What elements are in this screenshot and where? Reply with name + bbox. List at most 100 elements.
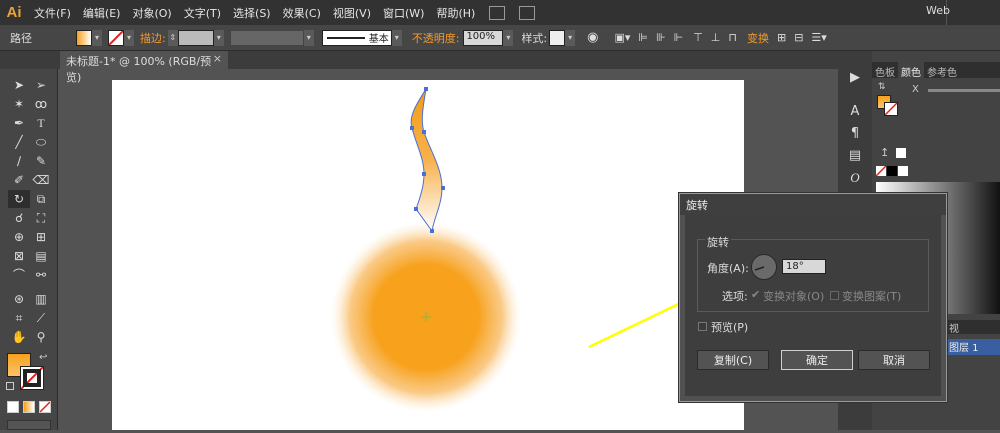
menu-window[interactable]: 窗口(W) — [377, 5, 430, 21]
tabs-icon[interactable]: ▤ — [846, 148, 864, 166]
default-colors-icon[interactable] — [6, 382, 14, 390]
line-icon[interactable]: ╱ — [8, 133, 30, 151]
document-tab[interactable]: 未标题-1* @ 100% (RGB/预览) × — [60, 51, 228, 84]
character-icon[interactable]: A — [846, 104, 864, 122]
align-bottom-icon[interactable]: ⊓ — [728, 31, 737, 44]
rotate-icon[interactable]: ↻ — [8, 190, 30, 208]
brush-definition-field[interactable]: 基本 — [321, 29, 392, 46]
menu-help[interactable]: 帮助(H) — [430, 5, 481, 21]
align-center-icon[interactable]: ⊪ — [656, 31, 666, 44]
ok-button[interactable]: 确定 — [781, 350, 853, 370]
warp-icon[interactable]: ☌ — [8, 209, 30, 227]
transform-link[interactable]: 变换 — [747, 30, 769, 46]
play-action-icon[interactable]: ▶ — [846, 70, 864, 88]
hand-icon[interactable]: ✋ — [8, 328, 30, 346]
style-dropdown-icon[interactable]: ▾ — [565, 29, 576, 46]
cancel-button[interactable]: 取消 — [858, 350, 930, 370]
menu-file[interactable]: 文件(F) — [28, 5, 77, 21]
variable-width-field[interactable] — [229, 29, 304, 46]
artboard-icon[interactable]: ⌗ — [8, 309, 30, 327]
transform-objects-label[interactable]: 变换对象(O) — [763, 288, 824, 304]
layer-row[interactable]: 图层 1 — [946, 339, 1000, 355]
brush-icon[interactable]: ∕ — [8, 152, 30, 170]
zoom-icon[interactable]: ⚲ — [30, 328, 52, 346]
column-graph-icon[interactable]: ▥ — [30, 290, 52, 308]
out-of-gamut-icon[interactable]: ↥ — [880, 146, 889, 159]
blend-icon[interactable]: ⚯ — [30, 266, 52, 284]
eyedropper-icon[interactable]: ⌒ — [8, 266, 30, 284]
stroke-color-box[interactable] — [20, 366, 44, 390]
stroke-stepper-icon[interactable]: ⇕ — [167, 29, 178, 46]
graph-icon[interactable]: ⊞ — [30, 228, 52, 246]
none-swatch[interactable] — [875, 165, 887, 177]
align-right-icon[interactable]: ⊩ — [674, 31, 684, 44]
fill-swatch[interactable] — [76, 29, 92, 46]
opacity-label[interactable]: 不透明度: — [412, 30, 460, 46]
type-icon[interactable]: T — [30, 114, 52, 132]
direct-selection-icon[interactable]: ➢ — [30, 76, 52, 94]
mesh-icon[interactable]: ⊠ — [8, 247, 30, 265]
fill-dropdown-icon[interactable]: ▾ — [92, 29, 102, 46]
tab-color-guide[interactable]: 参考色 — [924, 62, 960, 79]
draw-mode-icons[interactable] — [7, 420, 51, 430]
transform-patterns-label[interactable]: 变换图案(T) — [842, 288, 901, 304]
lasso-icon[interactable]: ꝏ — [30, 95, 52, 113]
paragraph-icon[interactable]: ¶ — [846, 126, 864, 144]
gradient-icon[interactable]: ▤ — [30, 247, 52, 265]
align-top-icon[interactable]: ⊤ — [693, 31, 703, 44]
color-mode-icon[interactable] — [7, 401, 19, 413]
preview-label[interactable]: 预览(P) — [711, 319, 748, 335]
menu-object[interactable]: 对象(O) — [126, 5, 177, 21]
brush-dropdown-icon[interactable]: ▾ — [391, 29, 402, 46]
menu-effect[interactable]: 效果(C) — [277, 5, 327, 21]
gradient-mode-icon[interactable] — [23, 401, 35, 413]
blob-brush-icon[interactable]: ✐ — [8, 171, 30, 189]
pen-icon[interactable]: ✒ — [8, 114, 30, 132]
slice-icon[interactable]: ⟋ — [30, 309, 52, 327]
panel-stroke-swatch[interactable] — [884, 102, 898, 116]
transform-objects-check-icon[interactable]: ✔ — [751, 288, 760, 301]
angle-dial-icon[interactable] — [751, 254, 777, 280]
menu-select[interactable]: 选择(S) — [227, 5, 277, 21]
align-middle-icon[interactable]: ⊥ — [711, 31, 721, 44]
graphic-style-swatch[interactable] — [549, 29, 566, 46]
stroke-swatch[interactable] — [108, 29, 124, 46]
pencil-icon[interactable]: ✎ — [30, 152, 52, 170]
magic-wand-icon[interactable]: ✶ — [8, 95, 30, 113]
isolate-icon[interactable]: ⊞ — [777, 31, 786, 44]
tab-color[interactable]: 颜色 — [898, 62, 924, 79]
isolate-selected-icon[interactable]: ⊟ — [794, 31, 803, 44]
variable-width-dropdown-icon[interactable]: ▾ — [303, 29, 314, 46]
recolor-icon[interactable]: ◉ — [587, 30, 598, 45]
tab-swatches[interactable]: 色板 — [872, 62, 898, 79]
opacity-field[interactable]: 100% — [463, 29, 504, 46]
panel-menu-icon[interactable]: ☰▾ — [811, 31, 826, 44]
close-tab-icon[interactable]: × — [213, 52, 222, 65]
menu-view[interactable]: 视图(V) — [327, 5, 377, 21]
scale-icon[interactable]: ⧉ — [30, 190, 52, 208]
opacity-dropdown-icon[interactable]: ▾ — [503, 29, 514, 46]
menu-edit[interactable]: 编辑(E) — [77, 5, 127, 21]
selection-icon[interactable]: ➤ — [8, 76, 30, 94]
none-mode-icon[interactable] — [39, 401, 51, 413]
panel-swap-icon[interactable]: ⇅ — [878, 82, 886, 92]
black-swatch[interactable] — [887, 166, 897, 176]
opentype-icon[interactable]: O — [846, 170, 864, 188]
artboard-canvas[interactable] — [112, 80, 744, 430]
stroke-weight-dropdown-icon[interactable]: ▾ — [213, 29, 224, 46]
color-slider[interactable] — [928, 89, 1000, 92]
swap-colors-icon[interactable]: ↩ — [39, 352, 47, 363]
preview-checkbox[interactable] — [698, 322, 707, 331]
stroke-dropdown-icon[interactable]: ▾ — [124, 29, 134, 46]
workspace-switcher[interactable]: Web — [926, 4, 972, 20]
ellipse-icon[interactable]: ⬭ — [30, 133, 52, 151]
free-transform-icon[interactable]: ⛶ — [30, 209, 52, 227]
bridge-icon[interactable] — [489, 5, 506, 20]
align-left-icon[interactable]: ⊫ — [638, 31, 648, 44]
copy-button[interactable]: 复制(C) — [697, 350, 769, 370]
menu-type[interactable]: 文字(T) — [178, 5, 227, 21]
web-safe-swatch[interactable] — [896, 148, 906, 158]
eraser-icon[interactable]: ⌫ — [30, 171, 52, 189]
transform-patterns-checkbox[interactable] — [830, 291, 839, 300]
layers-tab[interactable]: 视 — [946, 320, 1000, 335]
